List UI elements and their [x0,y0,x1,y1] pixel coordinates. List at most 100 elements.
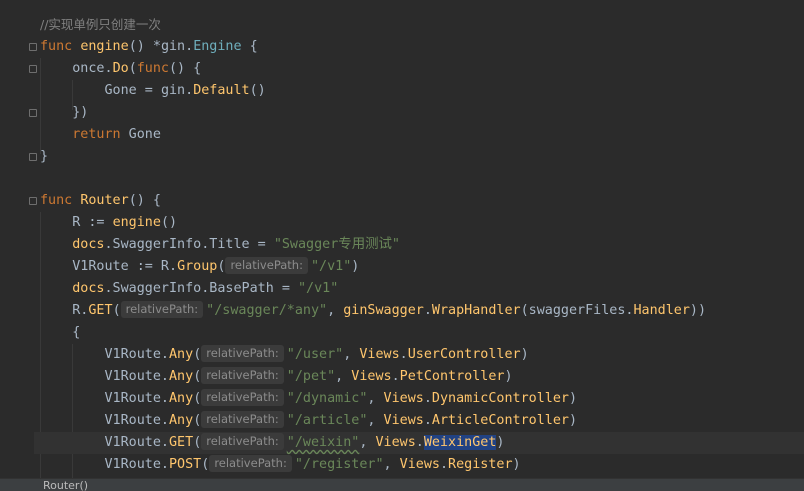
code-line-v1route: V1Route := R.Group(relativePath: "/v1") [40,256,804,278]
code-token: () [160,215,178,230]
keyword: func [136,61,169,76]
code-token: Gone [120,127,161,142]
parameter-hint: relativePath: [201,345,284,362]
breadcrumb-bar: Router() [0,478,804,491]
code-token: ) [504,369,513,384]
handler-name: ArticleController [431,413,569,428]
code-line-router-func: func Router() { [40,190,804,212]
method-call: GET [169,435,194,450]
fold-once-end-icon[interactable] [29,109,37,117]
package-name: ginSwagger [343,303,424,318]
code-token: . [391,369,400,384]
code-token: ) [520,347,529,362]
fold-engine-end-icon[interactable] [29,153,37,161]
breadcrumb-router[interactable]: Router() [43,479,88,491]
code-token: V1Route. [104,435,170,450]
string-literal: "/v1" [297,281,339,296]
code-token: . [185,83,194,98]
code-token: , [383,457,400,472]
string-literal: "/register" [294,457,384,472]
code-token: { [72,325,81,340]
function-call: WrapHandler [431,303,521,318]
code-line-route-current: V1Route.GET(relativePath: "/weixin", View… [34,432,804,454]
code-line-r: R := engine() [40,212,804,234]
code-line-route: V1Route.Any(relativePath: "/user", Views.… [104,345,529,362]
code-token: ) [512,457,521,472]
package-name: Views [359,347,400,362]
package-name: gin [160,83,186,98]
code-area[interactable]: //实现单例只创建一次 func engine() *gin.Engine { … [34,14,804,476]
fold-engine-icon[interactable] [29,43,37,51]
string-literal: "/weixin" [286,435,360,450]
package-name: Views [383,391,424,406]
code-token: , [367,413,384,428]
code-token: , [327,303,344,318]
code-line-gone: Gone = gin.Default() [40,80,804,102]
code-line-open-block: { [40,322,804,344]
code-token: .SwaggerInfo.BasePath = [104,281,298,296]
code-token: ( [217,259,226,274]
code-token: .SwaggerInfo.Title = [104,237,274,252]
code-line-route: V1Route.Any(relativePath: "/pet", Views.P… [104,367,513,384]
string-literal: "/v1" [310,259,352,274]
code-token: V1Route. [104,369,170,384]
method-call: Any [169,413,194,428]
code-token: )) [689,303,707,318]
comment-text: //实现单例只创建一次 [40,17,161,32]
selected-handler-name[interactable]: WeixinGet [423,435,497,450]
code-token: V1Route := R. [72,259,178,274]
code-editor[interactable]: //实现单例只创建一次 func engine() *gin.Engine { … [0,0,804,478]
code-token: () { [169,61,202,76]
code-token: V1Route. [104,347,170,362]
code-line-route: V1Route.Any(relativePath: "/article", Vie… [104,411,578,428]
code-line-engine-func: func engine() *gin.Engine { [40,36,804,58]
package-name: docs [72,281,105,296]
code-token: ) [568,413,578,428]
method-call: Any [169,391,194,406]
code-token: , [359,435,376,450]
code-line-return: return Gone [40,124,804,146]
code-line-once: once.Do(func() { [40,58,804,80]
fold-once-icon[interactable] [29,65,37,73]
string-literal: "/pet" [286,369,336,384]
parameter-hint: relativePath: [201,367,284,384]
editor-gutter [0,0,37,478]
string-literal: "/dynamic" [286,391,368,406]
type-name: Engine [193,39,242,54]
function-name: engine [80,39,129,54]
code-token: . [399,347,408,362]
code-token: once. [72,61,113,76]
code-token: . [423,391,432,406]
method-call: POST [169,457,202,472]
string-literal: "Swagger专用测试" [273,237,400,252]
code-token: () { [128,193,161,208]
code-token: () [249,83,266,98]
code-token: } [40,149,49,164]
method-call: Any [169,347,194,362]
parameter-hint: relativePath: [201,411,284,428]
handler-name: PetController [399,369,505,384]
code-line-close-brace: } [40,146,804,168]
code-line-rget: R.GET(relativePath: "/swagger/*any", ginS… [40,300,804,322]
package-name: gin [160,39,186,54]
keyword: func [40,39,73,54]
function-call: engine [112,215,161,230]
package-name: docs [72,237,105,252]
handler-name: UserController [407,347,521,362]
keyword: func [40,193,73,208]
method-call: Group [177,259,218,274]
code-token: R := [72,215,113,230]
handler-name: Register [448,457,513,472]
package-name: Views [375,435,416,450]
code-token: { [241,39,258,54]
code-token: Gone = [104,83,161,98]
code-token: () * [128,39,161,54]
method-call: Do [112,61,129,76]
package-name: Views [383,413,424,428]
code-token: (swaggerFiles. [520,303,634,318]
code-line-comment: //实现单例只创建一次 [40,14,804,36]
method-call: Any [169,369,194,384]
code-line-route: V1Route.POST(relativePath: "/register", V… [104,455,521,472]
code-token: ( [112,303,121,318]
fold-router-icon[interactable] [29,197,37,205]
